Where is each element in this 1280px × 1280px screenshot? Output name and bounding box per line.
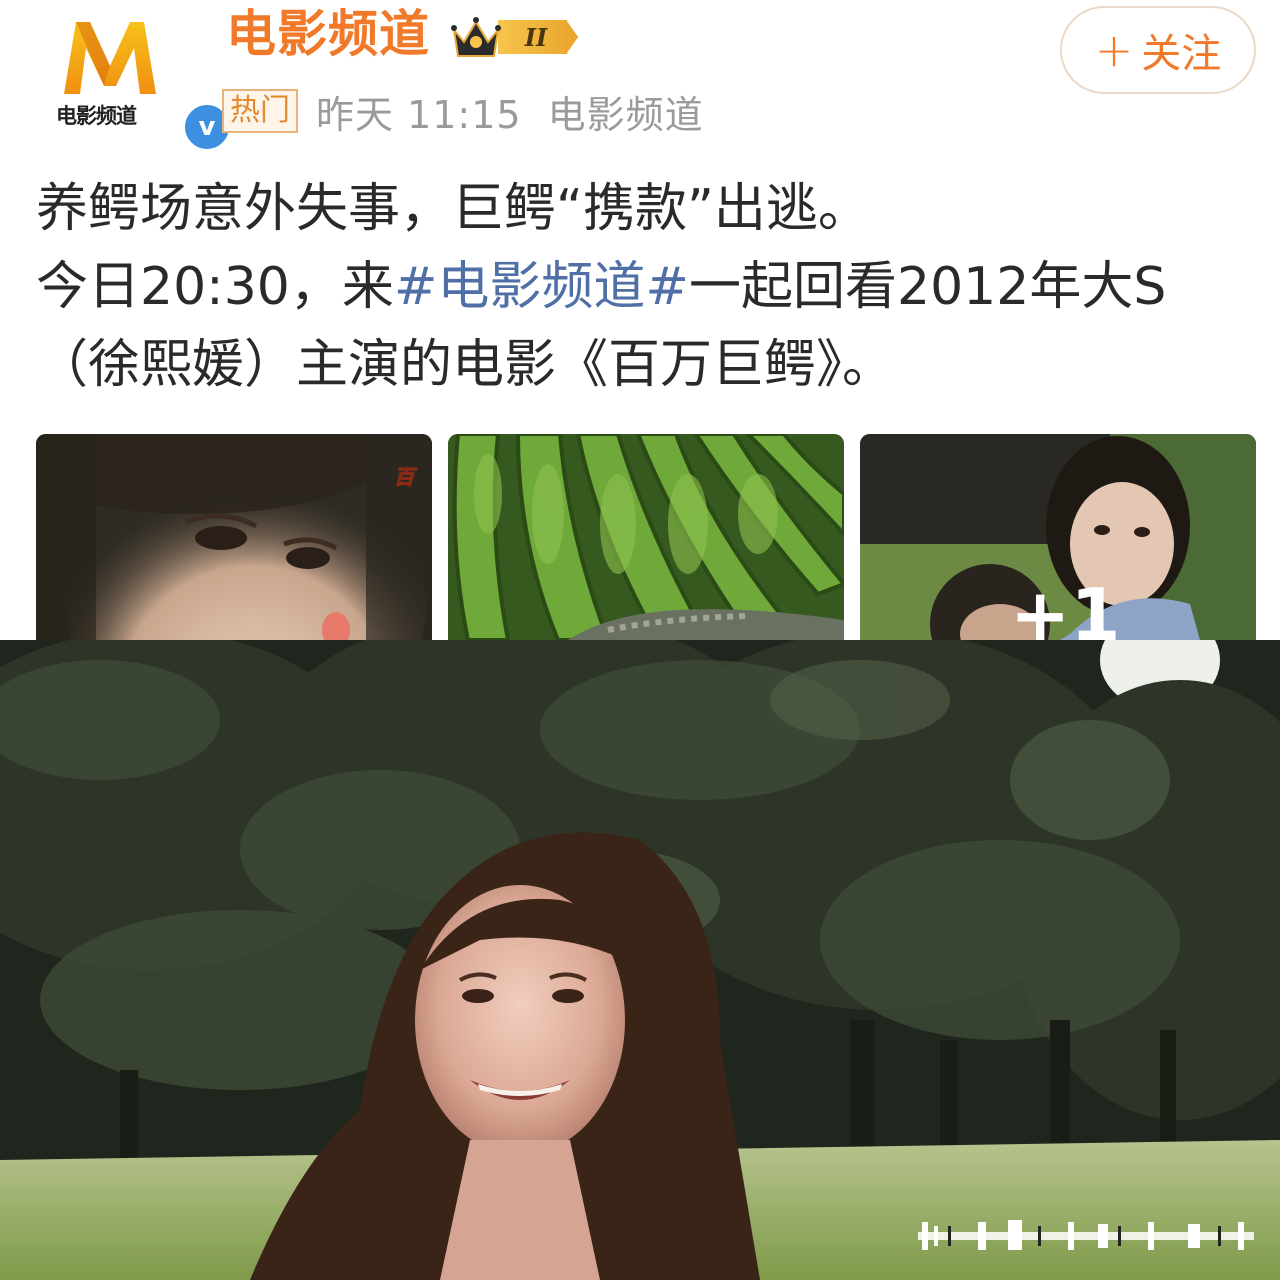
post-meta: 热门 昨天 11:15 电影频道 xyxy=(222,86,704,137)
thumbnail-2[interactable] xyxy=(448,434,844,640)
avatar[interactable]: 电影频道 v xyxy=(52,8,232,152)
post-time: 昨天 11:15 xyxy=(316,92,522,137)
watermark-icon xyxy=(918,1220,1254,1250)
post-source: 电影频道 xyxy=(547,92,704,137)
post-line-3: （徐熙媛）主演的电影《百万巨鳄》。 xyxy=(36,335,895,395)
thumbnail-3[interactable]: +1 xyxy=(860,434,1256,640)
post-line-2-prefix: 今日20:30，来 xyxy=(36,257,394,317)
follow-button[interactable]: + 关注 xyxy=(1060,6,1256,94)
post-line-2: 今日20:30，来#电影频道#一起回看2012年大S xyxy=(36,248,1256,326)
account-name[interactable]: 电影频道 xyxy=(226,2,430,66)
post-header: 电影频道 v 电影频道 II 热门 昨天 11:15 电影频道 + 关注 xyxy=(0,0,1280,160)
thumbnail-1[interactable]: 百 xyxy=(36,434,432,640)
avatar-label: 电影频道 xyxy=(56,104,137,128)
post-line-2-suffix: 一起回看2012年大S xyxy=(689,257,1167,317)
hot-tag: 热门 xyxy=(222,89,298,133)
portrait-closeup-image: 百 xyxy=(36,434,432,640)
main-photo[interactable] xyxy=(0,640,1280,1280)
follow-label: 关注 xyxy=(1141,31,1222,77)
level-badge-label: II xyxy=(524,23,548,52)
crown-icon: II xyxy=(451,17,582,57)
post-text: 养鳄场意外失事，巨鳄“携款”出逃。 今日20:30，来#电影频道#一起回看201… xyxy=(36,170,1256,404)
hashtag-link[interactable]: #电影频道# xyxy=(394,257,689,317)
woman-in-park-image xyxy=(0,640,1280,1280)
m-logo-icon xyxy=(64,22,156,94)
woman-and-child-image: +1 xyxy=(860,434,1256,640)
tea-field-image xyxy=(448,434,844,640)
plus-icon: + xyxy=(1094,23,1134,77)
more-images-count: +1 xyxy=(1010,573,1120,640)
post-line-1: 养鳄场意外失事，巨鳄“携款”出逃。 xyxy=(36,179,870,239)
